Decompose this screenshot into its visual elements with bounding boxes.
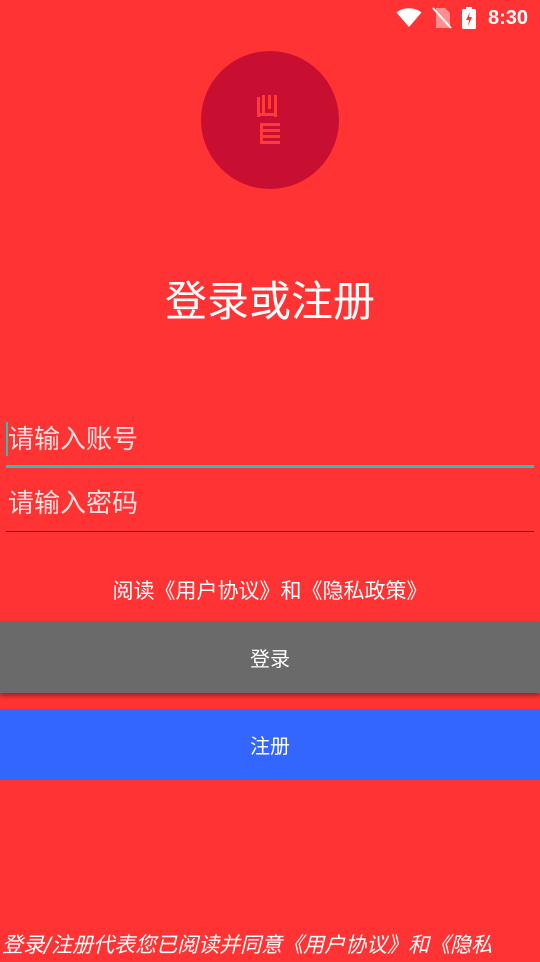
status-time: 8:30: [487, 6, 528, 29]
password-input[interactable]: [6, 482, 536, 526]
account-input[interactable]: [6, 418, 536, 462]
page-title: 登录或注册: [164, 277, 375, 326]
account-field-underline: [6, 465, 534, 468]
password-field[interactable]: [6, 482, 536, 532]
status-bar: 8:30: [0, 0, 540, 36]
agreement-link[interactable]: 阅读《用户协议》和《隐私政策》: [0, 574, 540, 608]
wifi-icon: [396, 8, 422, 28]
password-field-underline: [6, 531, 534, 532]
login-button[interactable]: 登录: [0, 621, 540, 693]
no-sim-icon: [432, 7, 452, 29]
status-icons: 8:30: [396, 6, 528, 30]
footer-notice: 登录/注册代表您已阅读并同意《用户协议》和《隐私: [2, 933, 493, 957]
app-logo-icon: [257, 95, 283, 151]
text-cursor: [6, 422, 8, 456]
register-button[interactable]: 注册: [0, 709, 540, 780]
battery-charging-icon: [461, 7, 476, 29]
account-field[interactable]: [6, 418, 536, 468]
app-logo: [201, 51, 339, 189]
